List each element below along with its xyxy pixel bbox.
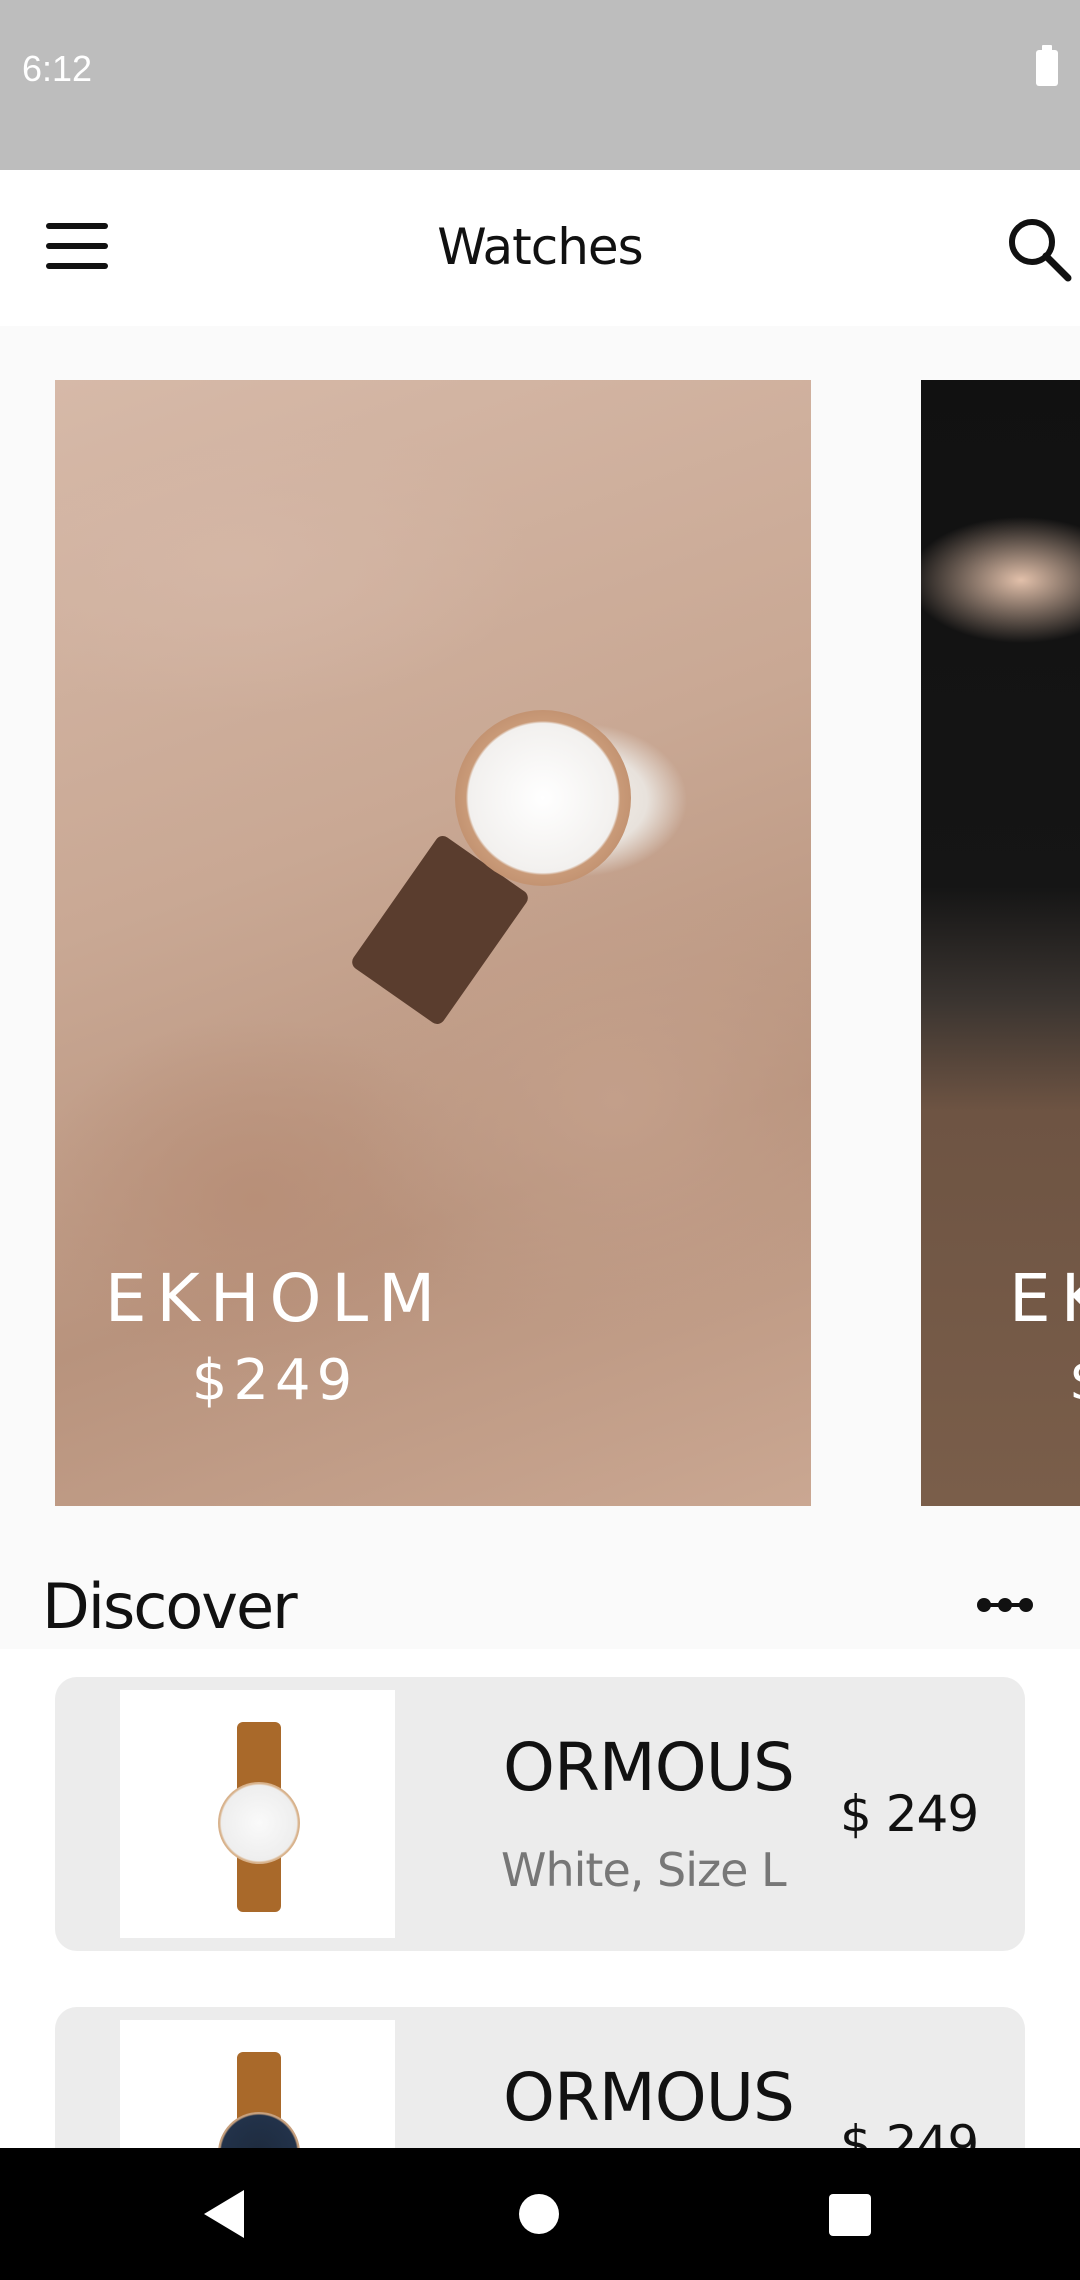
status-bar: 6:12 <box>0 0 1080 170</box>
product-name: ORMOUS <box>503 2059 795 2136</box>
card-name: EK <box>1009 1260 1080 1337</box>
product-variant: White, Size L <box>501 1843 787 1897</box>
app-bar: Watches <box>0 170 1080 326</box>
carousel-card[interactable]: EKHOLM $249 <box>55 380 811 1506</box>
product-name: ORMOUS <box>503 1729 795 1806</box>
card-name: EKHOLM <box>104 1260 446 1337</box>
recents-icon[interactable] <box>829 2194 871 2236</box>
product-price: $ 249 <box>840 1785 979 1843</box>
card-price: $ <box>1069 1348 1080 1413</box>
card-price: $249 <box>191 1348 359 1413</box>
watch-face-image <box>218 1782 300 1864</box>
discover-list[interactable]: ORMOUS White, Size L $ 249 ORMOUS $ 249 <box>0 1649 1080 2149</box>
home-icon[interactable] <box>519 2194 559 2234</box>
carousel-card[interactable]: EK $ <box>921 380 1080 1506</box>
status-time: 6:12 <box>22 48 93 89</box>
product-thumbnail <box>120 2020 395 2149</box>
list-item[interactable]: ORMOUS White, Size L $ 249 <box>55 1677 1025 1951</box>
product-thumbnail <box>120 1690 395 1938</box>
more-horizontal-icon[interactable] <box>977 1594 1033 1618</box>
battery-icon <box>1036 45 1058 86</box>
discover-heading: Discover <box>42 1570 298 1643</box>
product-price: $ 249 <box>840 2115 979 2149</box>
page-title: Watches <box>437 218 643 276</box>
search-icon[interactable] <box>1006 216 1072 282</box>
list-item[interactable]: ORMOUS $ 249 <box>55 2007 1025 2149</box>
system-nav-bar <box>0 2148 1080 2280</box>
back-icon[interactable] <box>204 2190 244 2238</box>
watch-face-image <box>455 710 631 886</box>
watch-face-image <box>218 2112 300 2149</box>
product-carousel[interactable]: EKHOLM $249 EK $ <box>0 326 1080 1576</box>
